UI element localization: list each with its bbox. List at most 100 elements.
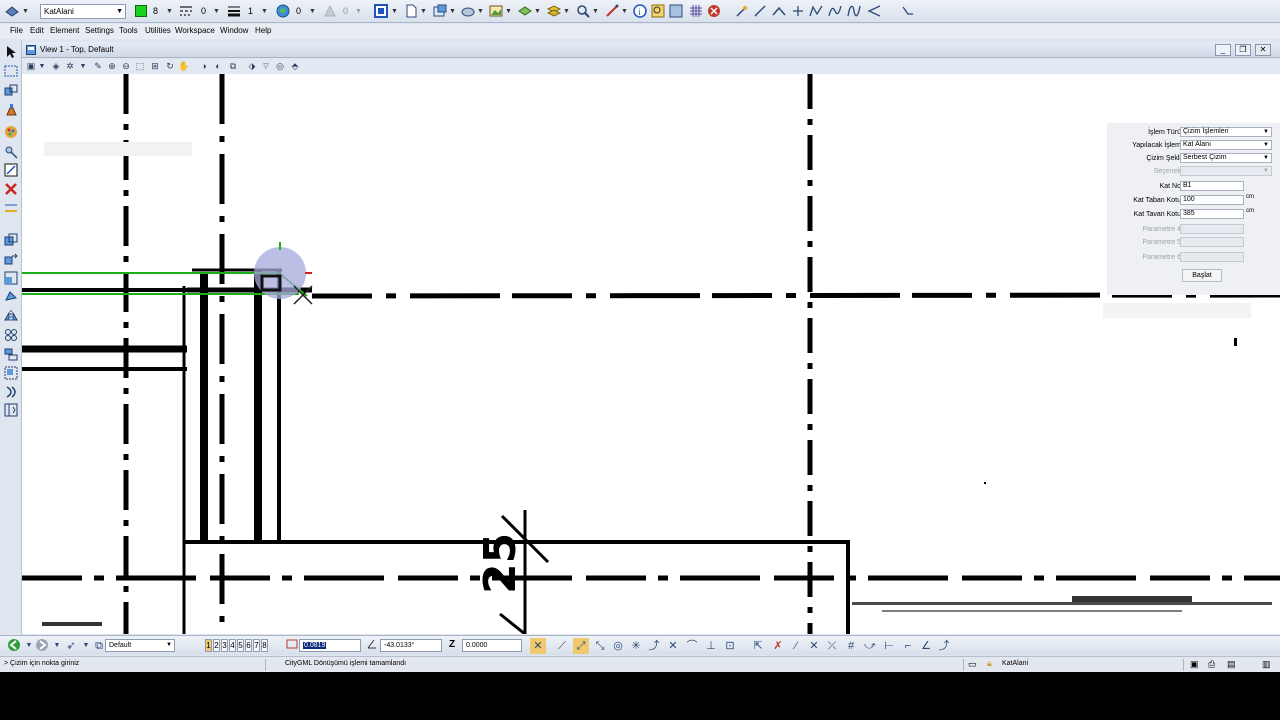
snap-grid-icon[interactable]: # — [843, 638, 859, 654]
view-button-2[interactable]: 2 — [213, 639, 220, 652]
restore-icon[interactable]: ❐ — [1235, 44, 1251, 56]
select-arrow-icon[interactable] — [3, 44, 19, 60]
copy-view-icon[interactable]: ⧉ — [227, 60, 239, 73]
snap-tangent-from-icon[interactable]: ⤻ — [862, 638, 878, 654]
zoom-in-icon[interactable]: ⊕ — [106, 60, 118, 73]
view-button-3[interactable]: 3 — [221, 639, 228, 652]
chevron-down-icon[interactable]: ▼ — [563, 4, 570, 19]
snap-tangent-icon[interactable]: ⌒ — [684, 638, 700, 654]
pan-view-icon[interactable]: ✋ — [178, 60, 190, 73]
cell-icon[interactable] — [3, 402, 19, 418]
printer-icon[interactable]: ⎙ — [1208, 659, 1215, 670]
menu-element[interactable]: Element — [50, 26, 79, 35]
info-icon[interactable]: i — [632, 3, 648, 19]
place-line-icon[interactable] — [752, 3, 768, 19]
clip-volume-icon[interactable]: ⬗ — [246, 60, 258, 73]
parametre-4-input[interactable] — [1180, 224, 1244, 234]
zoom-out-icon[interactable]: ⊖ — [120, 60, 132, 73]
document-icon[interactable]: ▤ — [1227, 659, 1236, 670]
view-group-dropdown[interactable]: Default ▼ — [105, 639, 175, 652]
move-icon[interactable] — [3, 251, 19, 267]
back-arrow-icon[interactable] — [6, 638, 22, 654]
chevron-down-icon[interactable]: ▼ — [420, 4, 427, 19]
branch-line-icon[interactable] — [866, 3, 882, 19]
view-button-7[interactable]: 7 — [253, 639, 260, 652]
chevron-down-icon[interactable]: ▽ — [260, 60, 272, 73]
stop-icon[interactable] — [706, 3, 722, 19]
close-icon[interactable]: ✕ — [1255, 44, 1271, 56]
manipulate-icon[interactable] — [3, 82, 19, 98]
spline-icon[interactable] — [846, 3, 862, 19]
chevron-down-icon[interactable]: ▼ — [391, 4, 398, 19]
menu-file[interactable]: File — [10, 26, 23, 35]
plus-icon[interactable] — [790, 3, 806, 19]
update-view-icon[interactable]: ✎ — [92, 60, 104, 73]
paint-icon[interactable] — [3, 102, 19, 118]
polyline-icon[interactable] — [808, 3, 824, 19]
islem-turu-dropdown[interactable]: Çizim İşlemleri ▼ — [1180, 127, 1272, 137]
reference-icon[interactable] — [432, 3, 448, 19]
chevron-down-icon[interactable]: ▼ — [213, 4, 220, 19]
view-button-8[interactable]: 8 — [261, 639, 268, 652]
stream-line-icon[interactable] — [900, 3, 916, 19]
snap-nearest-icon[interactable]: ⤡ — [592, 638, 608, 654]
raster-icon[interactable] — [460, 3, 476, 19]
analyze-icon[interactable] — [575, 3, 591, 19]
view-button-5[interactable]: 5 — [237, 639, 244, 652]
curve-icon[interactable] — [827, 3, 843, 19]
place-smartline-icon[interactable] — [771, 3, 787, 19]
minimize-icon[interactable]: _ — [1215, 44, 1231, 56]
forward-arrow-icon[interactable] — [34, 638, 50, 654]
snap-center-icon[interactable]: ◎ — [610, 638, 626, 654]
view-button-6[interactable]: 6 — [245, 639, 252, 652]
parametre-6-input[interactable] — [1180, 252, 1244, 262]
kat-no-input[interactable]: B1 — [1180, 181, 1244, 191]
snap-angle-icon[interactable]: ∠ — [918, 638, 934, 654]
z-field[interactable]: 0.0000 — [462, 639, 522, 652]
menu-window[interactable]: Window — [220, 26, 248, 35]
window-area-icon[interactable]: ⬚ — [134, 60, 146, 73]
line-weight-icon[interactable] — [226, 3, 242, 19]
chevron-down-icon[interactable]: ▼ — [449, 4, 456, 19]
attribute-icon[interactable] — [3, 144, 19, 160]
view-previous-icon[interactable]: ◑ — [198, 60, 210, 73]
display-style-icon[interactable]: ◈ — [50, 60, 62, 73]
menu-settings[interactable]: Settings — [85, 26, 114, 35]
measure-box-icon[interactable] — [3, 162, 19, 178]
transparency-globe-icon[interactable] — [275, 3, 291, 19]
lock-toggle-icon[interactable]: ✕ — [530, 638, 546, 654]
distance-field[interactable]: 0.0819 — [299, 639, 361, 652]
rotate-view-icon[interactable]: ↻ — [164, 60, 176, 73]
snap-bisector-icon[interactable]: ⤴ — [646, 638, 662, 654]
snap-point-through-icon[interactable]: ✕ — [806, 638, 822, 654]
chevron-down-icon[interactable]: ▼ — [534, 4, 541, 19]
menu-utilities[interactable]: Utilities — [145, 26, 171, 35]
lock-icon[interactable]: 🔒︎ — [987, 658, 992, 669]
pointer-icon[interactable]: ➶ — [63, 638, 79, 654]
menu-tools[interactable]: Tools — [119, 26, 138, 35]
chevron-down-icon[interactable]: ▼ — [36, 60, 48, 73]
scale-icon[interactable] — [3, 270, 19, 286]
chevron-down-icon[interactable]: ▼ — [166, 4, 173, 19]
snap-multi-icon[interactable]: ⤫ — [824, 638, 840, 654]
dimension-icon[interactable] — [3, 200, 19, 216]
modify-curve-icon[interactable] — [3, 384, 19, 400]
chevron-down-icon[interactable]: ▼ — [77, 60, 89, 73]
grid-icon[interactable] — [688, 3, 704, 19]
model-icon[interactable] — [517, 3, 533, 19]
level-dropdown[interactable]: KatAlani ▼ — [40, 4, 126, 19]
stretch-icon[interactable] — [3, 365, 19, 381]
yapilacak-dropdown[interactable]: Kat Alanı ▼ — [1180, 140, 1272, 150]
chevron-down-icon[interactable]: ▼ — [355, 4, 362, 19]
rotate-icon[interactable] — [3, 289, 19, 305]
measure-icon[interactable] — [604, 3, 620, 19]
array-icon[interactable] — [3, 327, 19, 343]
chevron-down-icon[interactable]: ▼ — [621, 4, 628, 19]
start-button[interactable]: Başlat — [1182, 269, 1222, 282]
copy-icon[interactable] — [3, 232, 19, 248]
layers-icon[interactable] — [546, 3, 562, 19]
chevron-down-icon[interactable]: ▼ — [477, 4, 484, 19]
angle-field[interactable]: -43.0133° — [380, 639, 442, 652]
menu-help[interactable]: Help — [255, 26, 271, 35]
kat-taban-input[interactable]: 100 — [1180, 195, 1244, 205]
